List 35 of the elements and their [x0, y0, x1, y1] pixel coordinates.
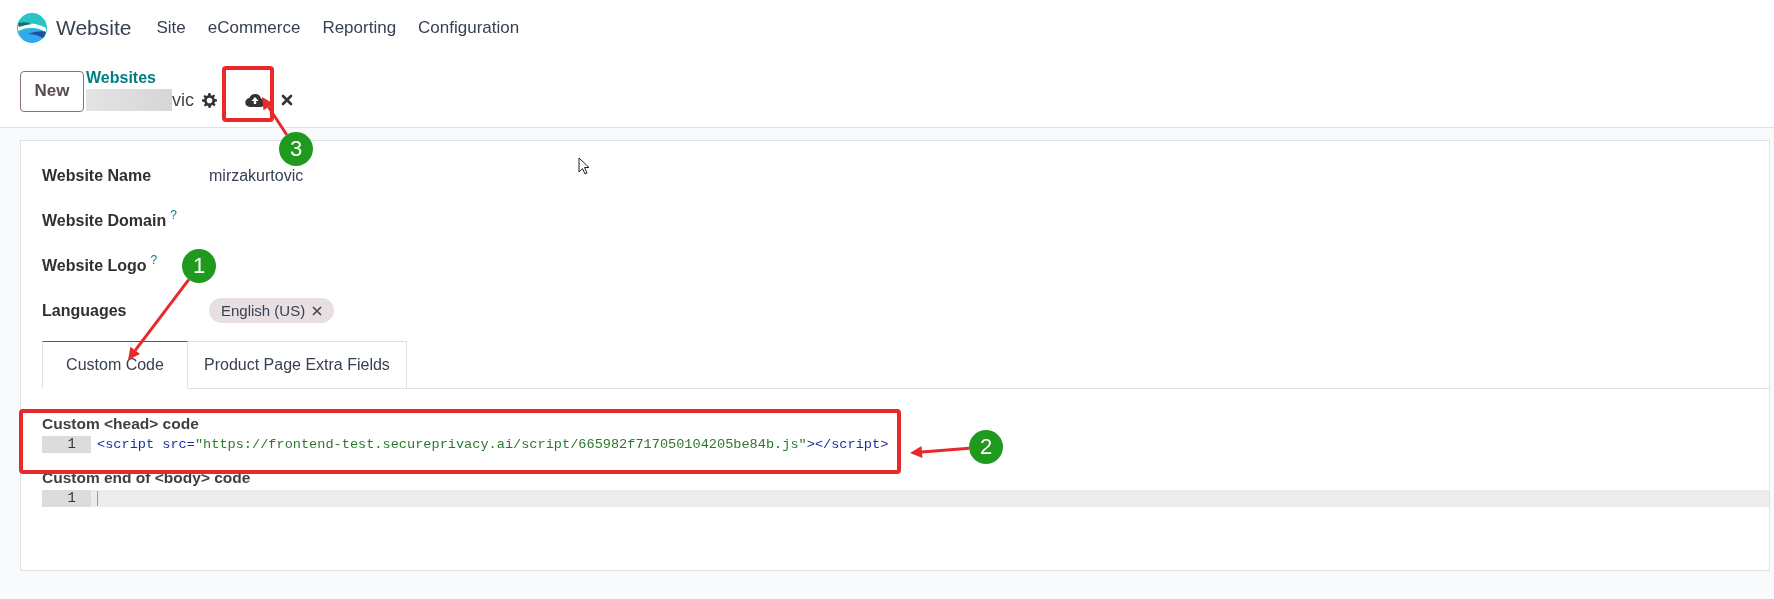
app-name: Website — [56, 15, 132, 40]
line-number: 1 — [42, 490, 91, 507]
close-icon[interactable] — [312, 305, 323, 316]
text-cursor — [97, 491, 98, 506]
menu-item[interactable]: eCommerce — [196, 11, 312, 44]
discard-icon[interactable] — [281, 94, 293, 106]
language-tag[interactable]: English (US) — [209, 298, 335, 323]
field-value[interactable]: mirzakurtovic — [209, 167, 304, 185]
cloud-upload-icon[interactable] — [245, 92, 265, 108]
field-label: Languages — [42, 302, 127, 320]
code-editor[interactable]: 1 — [42, 490, 1769, 507]
annotation-arrow — [910, 446, 970, 459]
app-logo-icon — [16, 11, 48, 44]
new-button[interactable]: New — [20, 70, 84, 112]
annotation-arrow — [262, 97, 288, 136]
settings-icon[interactable] — [202, 92, 217, 108]
step-badge: 3 — [279, 132, 313, 166]
tag-label: English (US) — [221, 302, 306, 319]
menu-item[interactable]: Reporting — [311, 11, 408, 44]
field-label: Website Name — [42, 167, 152, 185]
field-label: Website Domain — [42, 212, 167, 230]
field-label: Custom <head> code — [42, 415, 199, 433]
help-mark[interactable]: ? — [170, 208, 177, 222]
tab[interactable]: Custom Code — [42, 341, 188, 389]
highlight-box — [222, 66, 274, 122]
menu-item[interactable]: Configuration — [407, 11, 531, 44]
line-number: 1 — [42, 436, 91, 453]
field-label: Website Logo — [42, 257, 147, 275]
breadcrumb-link[interactable]: Websites — [86, 69, 305, 87]
code-line: <script src="https://frontend-test.secureprivacy.ai/script/665982f717050104205be84b.js"></script> — [97, 437, 889, 452]
record-name: vic — [172, 89, 194, 111]
help-mark[interactable]: ? — [150, 253, 158, 267]
tab[interactable]: Product Page Extra Fields — [188, 341, 407, 389]
menu-item[interactable]: Site — [145, 11, 197, 44]
mouse-cursor-icon — [578, 157, 590, 175]
